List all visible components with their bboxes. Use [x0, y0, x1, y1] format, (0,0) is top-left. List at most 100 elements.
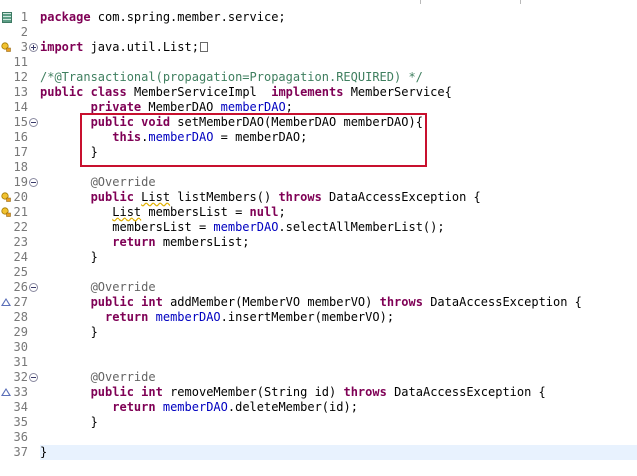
code-line[interactable]: }: [40, 325, 637, 340]
code-line[interactable]: @Override: [40, 370, 637, 385]
code-line[interactable]: [40, 55, 637, 70]
code-token: .selectAllMemberList();: [278, 220, 445, 234]
collapse-fold-icon[interactable]: [29, 373, 38, 382]
code-line[interactable]: public List listMembers() throws DataAcc…: [40, 190, 637, 205]
line-number: 24: [13, 250, 28, 264]
code-line[interactable]: public class MemberServiceImpl implement…: [40, 85, 637, 100]
code-token: removeMember(String id): [162, 385, 344, 399]
code-token: memberDAO: [155, 310, 221, 324]
code-token: com.spring.member.service;: [90, 10, 286, 24]
code-token: return: [112, 400, 156, 414]
code-line[interactable]: return membersList;: [40, 235, 637, 250]
gutter-line: 22: [0, 220, 40, 235]
code-token: package: [40, 10, 91, 24]
warning-icon[interactable]: [1, 192, 11, 202]
code-token: List: [112, 205, 142, 219]
warning-icon[interactable]: [1, 207, 11, 217]
line-number: 21: [13, 205, 28, 219]
code-token: DataAccessException {: [321, 190, 481, 204]
code-line[interactable]: public int addMember(MemberVO memberVO) …: [40, 295, 637, 310]
warning-icon[interactable]: [1, 42, 11, 52]
code-token: implements: [271, 85, 344, 99]
gutter-line: 20: [0, 190, 40, 205]
gutter-line: 27: [0, 295, 40, 310]
gutter-line: 17: [0, 145, 40, 160]
code-token: memberDAO: [220, 100, 286, 114]
collapse-fold-icon[interactable]: [29, 283, 38, 292]
code-area[interactable]: package com.spring.member.service; import…: [40, 0, 637, 476]
code-line[interactable]: [40, 340, 637, 355]
line-number: 27: [13, 295, 28, 309]
line-number: 12: [13, 70, 28, 84]
code-token: membersList;: [155, 235, 250, 249]
collapse-fold-icon[interactable]: [29, 118, 38, 127]
gutter-line: 24: [0, 250, 40, 265]
line-number-gutter: 1 2 3 11 12 13 14 15 16 17 18 19 20 21 22 23 24 25 26 27 28 2…: [0, 0, 40, 476]
code-line[interactable]: package com.spring.member.service;: [40, 10, 637, 25]
code-line[interactable]: @Override: [40, 280, 637, 295]
gutter-line: 25: [0, 265, 40, 280]
annotation-highlight-box: [80, 113, 427, 167]
gutter-line: 11: [0, 55, 40, 70]
override-icon[interactable]: [1, 298, 11, 306]
code-token: ;: [278, 205, 286, 219]
code-line[interactable]: }: [40, 250, 637, 265]
code-token: class: [90, 85, 127, 99]
code-token: private: [90, 100, 142, 114]
code-line[interactable]: List membersList = null;: [40, 205, 637, 220]
code-token: @Override: [90, 175, 156, 189]
code-token: public: [90, 385, 134, 399]
code-line[interactable]: [40, 430, 637, 445]
code-line[interactable]: public int removeMember(String id) throw…: [40, 385, 637, 400]
code-token: MemberService{: [343, 85, 452, 99]
code-line[interactable]: return memberDAO.deleteMember(id);: [40, 400, 637, 415]
gutter-line: 18: [0, 160, 40, 175]
package-icon: [2, 12, 12, 23]
override-icon[interactable]: [1, 388, 11, 396]
gutter-line: 34: [0, 400, 40, 415]
code-editor[interactable]: 1 2 3 11 12 13 14 15 16 17 18 19 20 21 22 23 24 25 26 27 28 2…: [0, 0, 637, 476]
line-number: 37: [13, 445, 28, 459]
line-number: 2: [20, 25, 28, 39]
code-token: memberDAO: [213, 220, 279, 234]
line-number: 11: [13, 55, 28, 69]
code-line[interactable]: [40, 265, 637, 280]
line-number: 32: [13, 370, 28, 384]
code-token: throws: [343, 385, 387, 399]
code-line[interactable]: @Override: [40, 175, 637, 190]
line-number: 28: [13, 310, 28, 324]
code-token: MemberServiceImpl: [126, 85, 272, 99]
collapsed-imports-icon[interactable]: [199, 42, 208, 52]
line-number: 33: [13, 385, 28, 399]
code-line[interactable]: [40, 355, 637, 370]
expand-fold-icon[interactable]: [29, 43, 38, 52]
code-token: import: [40, 40, 84, 54]
code-line[interactable]: /*@Transactional(propagation=Propagation…: [40, 70, 637, 85]
code-line[interactable]: }: [40, 415, 637, 430]
gutter-line: 35: [0, 415, 40, 430]
code-token: membersList =: [40, 220, 214, 234]
collapse-fold-icon[interactable]: [29, 178, 38, 187]
code-line[interactable]: [40, 25, 637, 40]
code-token: public: [90, 295, 134, 309]
gutter-line: 29: [0, 325, 40, 340]
code-token: addMember(MemberVO memberVO): [162, 295, 380, 309]
gutter-line: 31: [0, 355, 40, 370]
code-token: }: [40, 325, 98, 339]
code-line[interactable]: return memberDAO.insertMember(memberVO);: [40, 310, 637, 325]
code-token: DataAccessException {: [386, 385, 546, 399]
code-line[interactable]: }: [40, 445, 637, 460]
code-line[interactable]: membersList = memberDAO.selectAllMemberL…: [40, 220, 637, 235]
code-token: .insertMember(memberVO);: [220, 310, 395, 324]
code-line[interactable]: import java.util.List;: [40, 40, 637, 55]
